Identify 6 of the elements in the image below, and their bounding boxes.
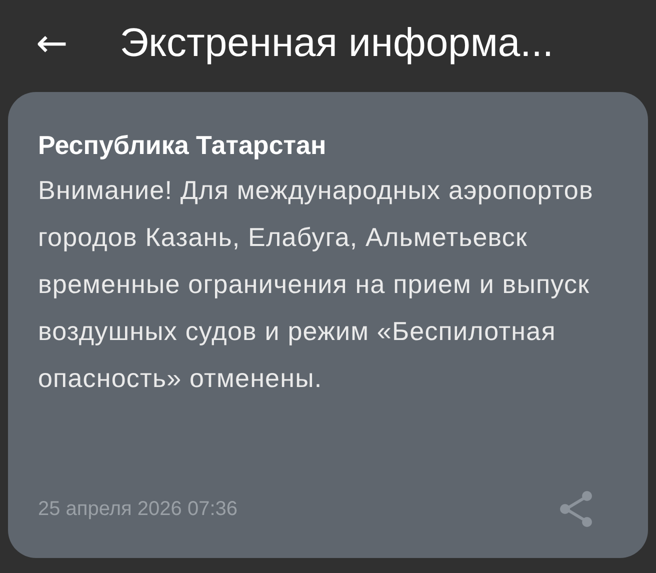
share-icon[interactable] bbox=[558, 490, 594, 528]
alert-date: 25 апреля 2026 07:36 bbox=[38, 498, 238, 520]
screen-title: Экстренная информа... bbox=[120, 20, 554, 66]
back-button[interactable]: ← bbox=[32, 24, 72, 62]
region-title: Республика Татарстан bbox=[38, 130, 328, 161]
alert-message: Внимание! Для международных аэропортов городов Казань, Елабуга, Альметьевск временные ограничения на прием и выпуск воздушных судов и режим «Беспилотная опасность» отменены. bbox=[38, 174, 594, 395]
